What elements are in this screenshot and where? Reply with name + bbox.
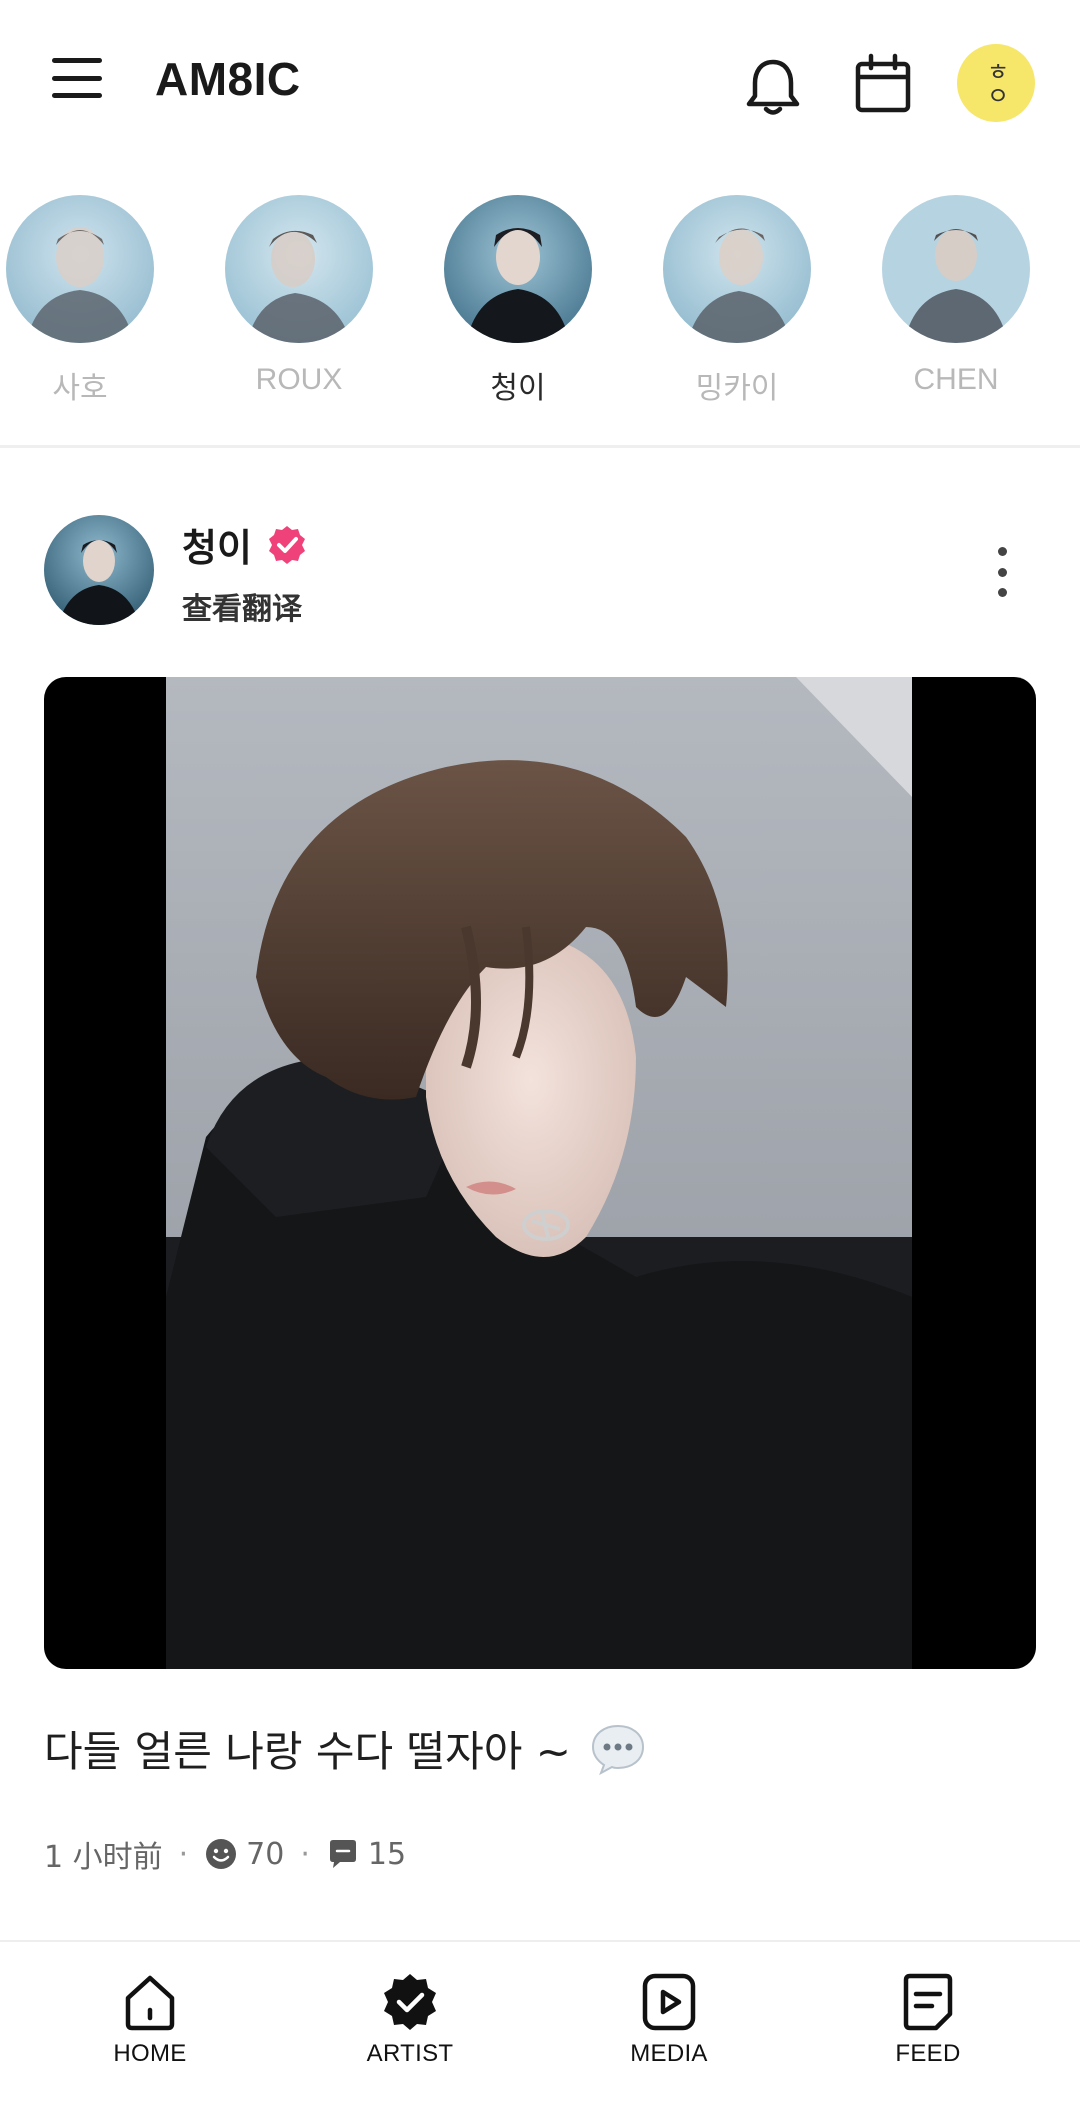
top-bar: AM8IC ㅎㅇ (0, 0, 1080, 165)
hamburger-menu-icon[interactable] (52, 58, 102, 98)
comment-count: 15 (367, 1836, 407, 1872)
artist-name: 청이 (490, 372, 546, 405)
artist-avatar (882, 195, 1030, 343)
nav-label: FEED (895, 2040, 961, 2067)
artist-item[interactable]: 밍카이 (657, 195, 817, 407)
nav-home[interactable]: HOME (75, 1970, 225, 2068)
post-header: 청이 查看翻译 (44, 512, 1044, 627)
separator: · (178, 1836, 189, 1872)
post-media[interactable] (44, 677, 1036, 1669)
artist-avatar (444, 195, 592, 343)
nav-feed[interactable]: FEED (853, 1970, 1003, 2068)
author-name[interactable]: 청이 (182, 517, 252, 572)
artist-name: CHEN (913, 363, 999, 396)
comment-icon[interactable] (326, 1837, 360, 1871)
artist-item-active[interactable]: 청이 (438, 195, 598, 407)
post-photo (166, 677, 912, 1669)
artist-badge-icon (384, 1974, 436, 2030)
post-time: 1 小时前 (44, 1840, 163, 1875)
nav-label: HOME (113, 2040, 187, 2067)
feed-icon (903, 1973, 953, 2031)
nav-label: ARTIST (366, 2040, 454, 2067)
section-divider (0, 445, 1080, 448)
artist-name: ROUX (255, 363, 343, 396)
bottom-nav: HOME ARTIST MEDIA FEED (0, 1940, 1080, 2105)
artist-avatar (6, 195, 154, 343)
profile-avatar[interactable]: ㅎㅇ (957, 44, 1035, 122)
nav-media[interactable]: MEDIA (594, 1970, 744, 2068)
author-avatar[interactable] (44, 515, 154, 625)
reaction-count: 70 (246, 1836, 285, 1872)
artist-name: 밍카이 (695, 372, 779, 405)
artist-item[interactable]: ROUX (219, 195, 379, 397)
artist-name: 사호 (52, 372, 108, 405)
reaction-icon[interactable] (204, 1837, 238, 1871)
nav-label: MEDIA (630, 2040, 708, 2067)
translate-link[interactable]: 查看翻译 (182, 584, 302, 628)
home-icon (125, 1975, 175, 2031)
post-meta: 1 小时前 · 70 · 15 (44, 1832, 406, 1876)
bell-icon[interactable] (738, 52, 808, 122)
artist-item[interactable]: 사호 (0, 195, 160, 407)
artist-selector: 사호 ROUX 청이 밍카이 CHEN (0, 195, 1080, 410)
play-icon (642, 1973, 696, 2031)
calendar-icon[interactable] (848, 50, 918, 120)
post-body: 다들 얼른 나랑 수다 떨자아 ~ (44, 1727, 571, 1776)
app-title: AM8IC (155, 53, 301, 105)
speech-bubble-icon (589, 1722, 647, 1776)
profile-glyph: ㅎㅇ (981, 59, 1010, 107)
verified-badge-icon (266, 524, 308, 566)
artist-item[interactable]: CHEN (876, 195, 1036, 397)
separator: · (300, 1836, 310, 1872)
post-text: 다들 얼른 나랑 수다 떨자아 ~ (44, 1718, 647, 1779)
nav-artist[interactable]: ARTIST (335, 1970, 485, 2068)
more-options-icon[interactable] (992, 547, 1012, 597)
artist-avatar (663, 195, 811, 343)
artist-avatar (225, 195, 373, 343)
